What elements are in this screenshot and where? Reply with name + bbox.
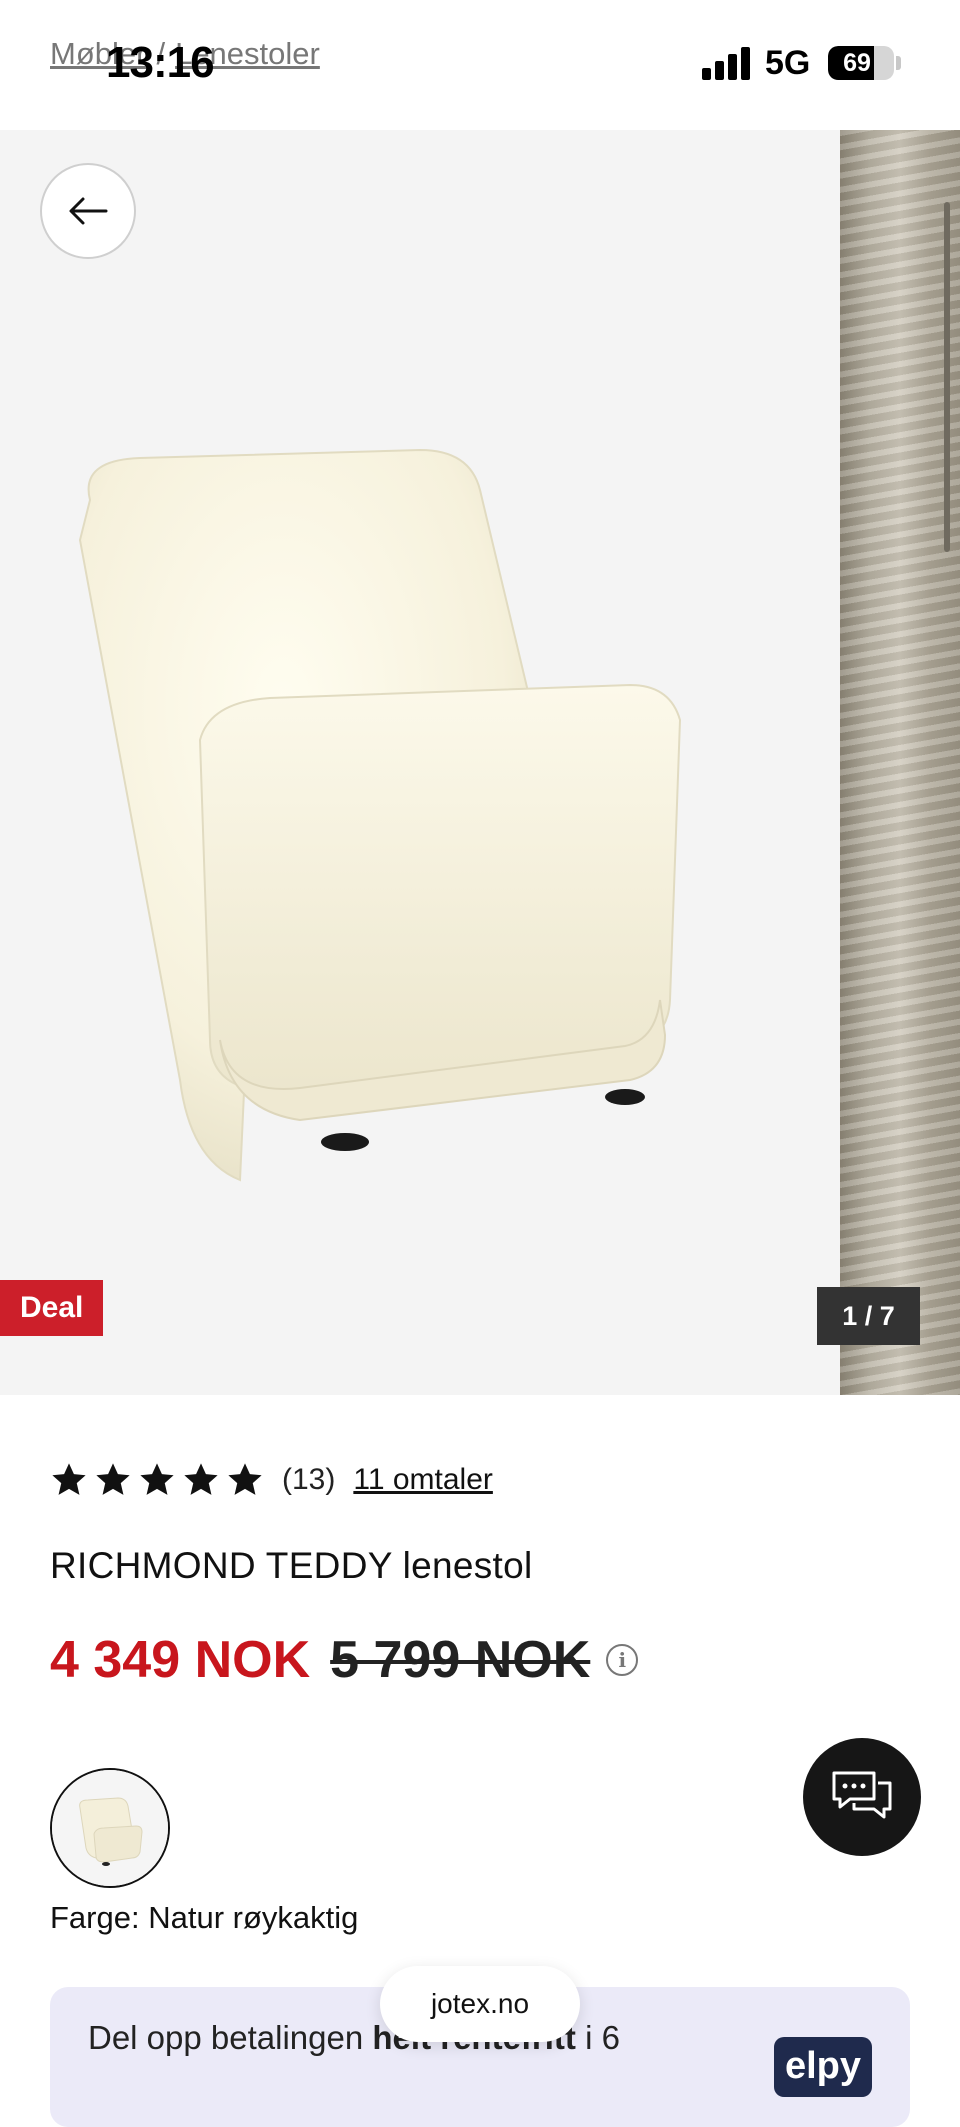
rating-count: (13) (282, 1463, 336, 1496)
star-icon (228, 1463, 262, 1495)
color-swatch[interactable] (50, 1768, 170, 1888)
deal-badge: Deal (0, 1280, 104, 1336)
image-counter: 1 / 7 (817, 1287, 920, 1345)
rating-row: (13) 11 omtaler (50, 1456, 493, 1504)
star-icon (184, 1463, 218, 1495)
signal-icon (702, 46, 752, 80)
battery-tip (896, 56, 901, 70)
info-icon[interactable]: i (606, 1644, 639, 1676)
next-slide-preview[interactable] (840, 130, 960, 1395)
product-title: RICHMOND TEDDY lenestol (50, 1545, 533, 1586)
product-image (78, 448, 682, 1182)
arrow-left-icon (69, 197, 108, 225)
price-row: 4 349 NOK 5 799 NOK i (50, 1630, 639, 1690)
status-bar: Møbler / Lenestoler 13:16 5G 69 (0, 0, 960, 130)
swatch-chair-image (52, 1770, 168, 1886)
reviews-link[interactable]: 11 omtaler (353, 1463, 493, 1497)
star-icon (140, 1463, 174, 1495)
back-button[interactable] (40, 163, 136, 259)
browser-url-pill[interactable]: jotex.no (380, 1966, 580, 2042)
payment-provider-logo: elpy (774, 2037, 872, 2097)
star-icon (96, 1463, 130, 1495)
star-icon (52, 1463, 86, 1495)
rating-stars (50, 1461, 264, 1499)
battery-level: 69 (843, 49, 871, 77)
chat-button[interactable] (803, 1738, 921, 1856)
status-time: 13:16 (106, 38, 215, 87)
original-price: 5 799 NOK (330, 1631, 591, 1689)
chat-icon (832, 1771, 892, 1819)
color-label: Farge: Natur røykaktig (50, 1900, 359, 1935)
product-image-gallery[interactable]: Deal 1 / 7 (0, 130, 960, 1395)
scroll-indicator (944, 202, 950, 552)
network-label: 5G (765, 44, 811, 82)
current-price: 4 349 NOK (50, 1631, 311, 1689)
battery-icon: 69 (828, 46, 894, 80)
